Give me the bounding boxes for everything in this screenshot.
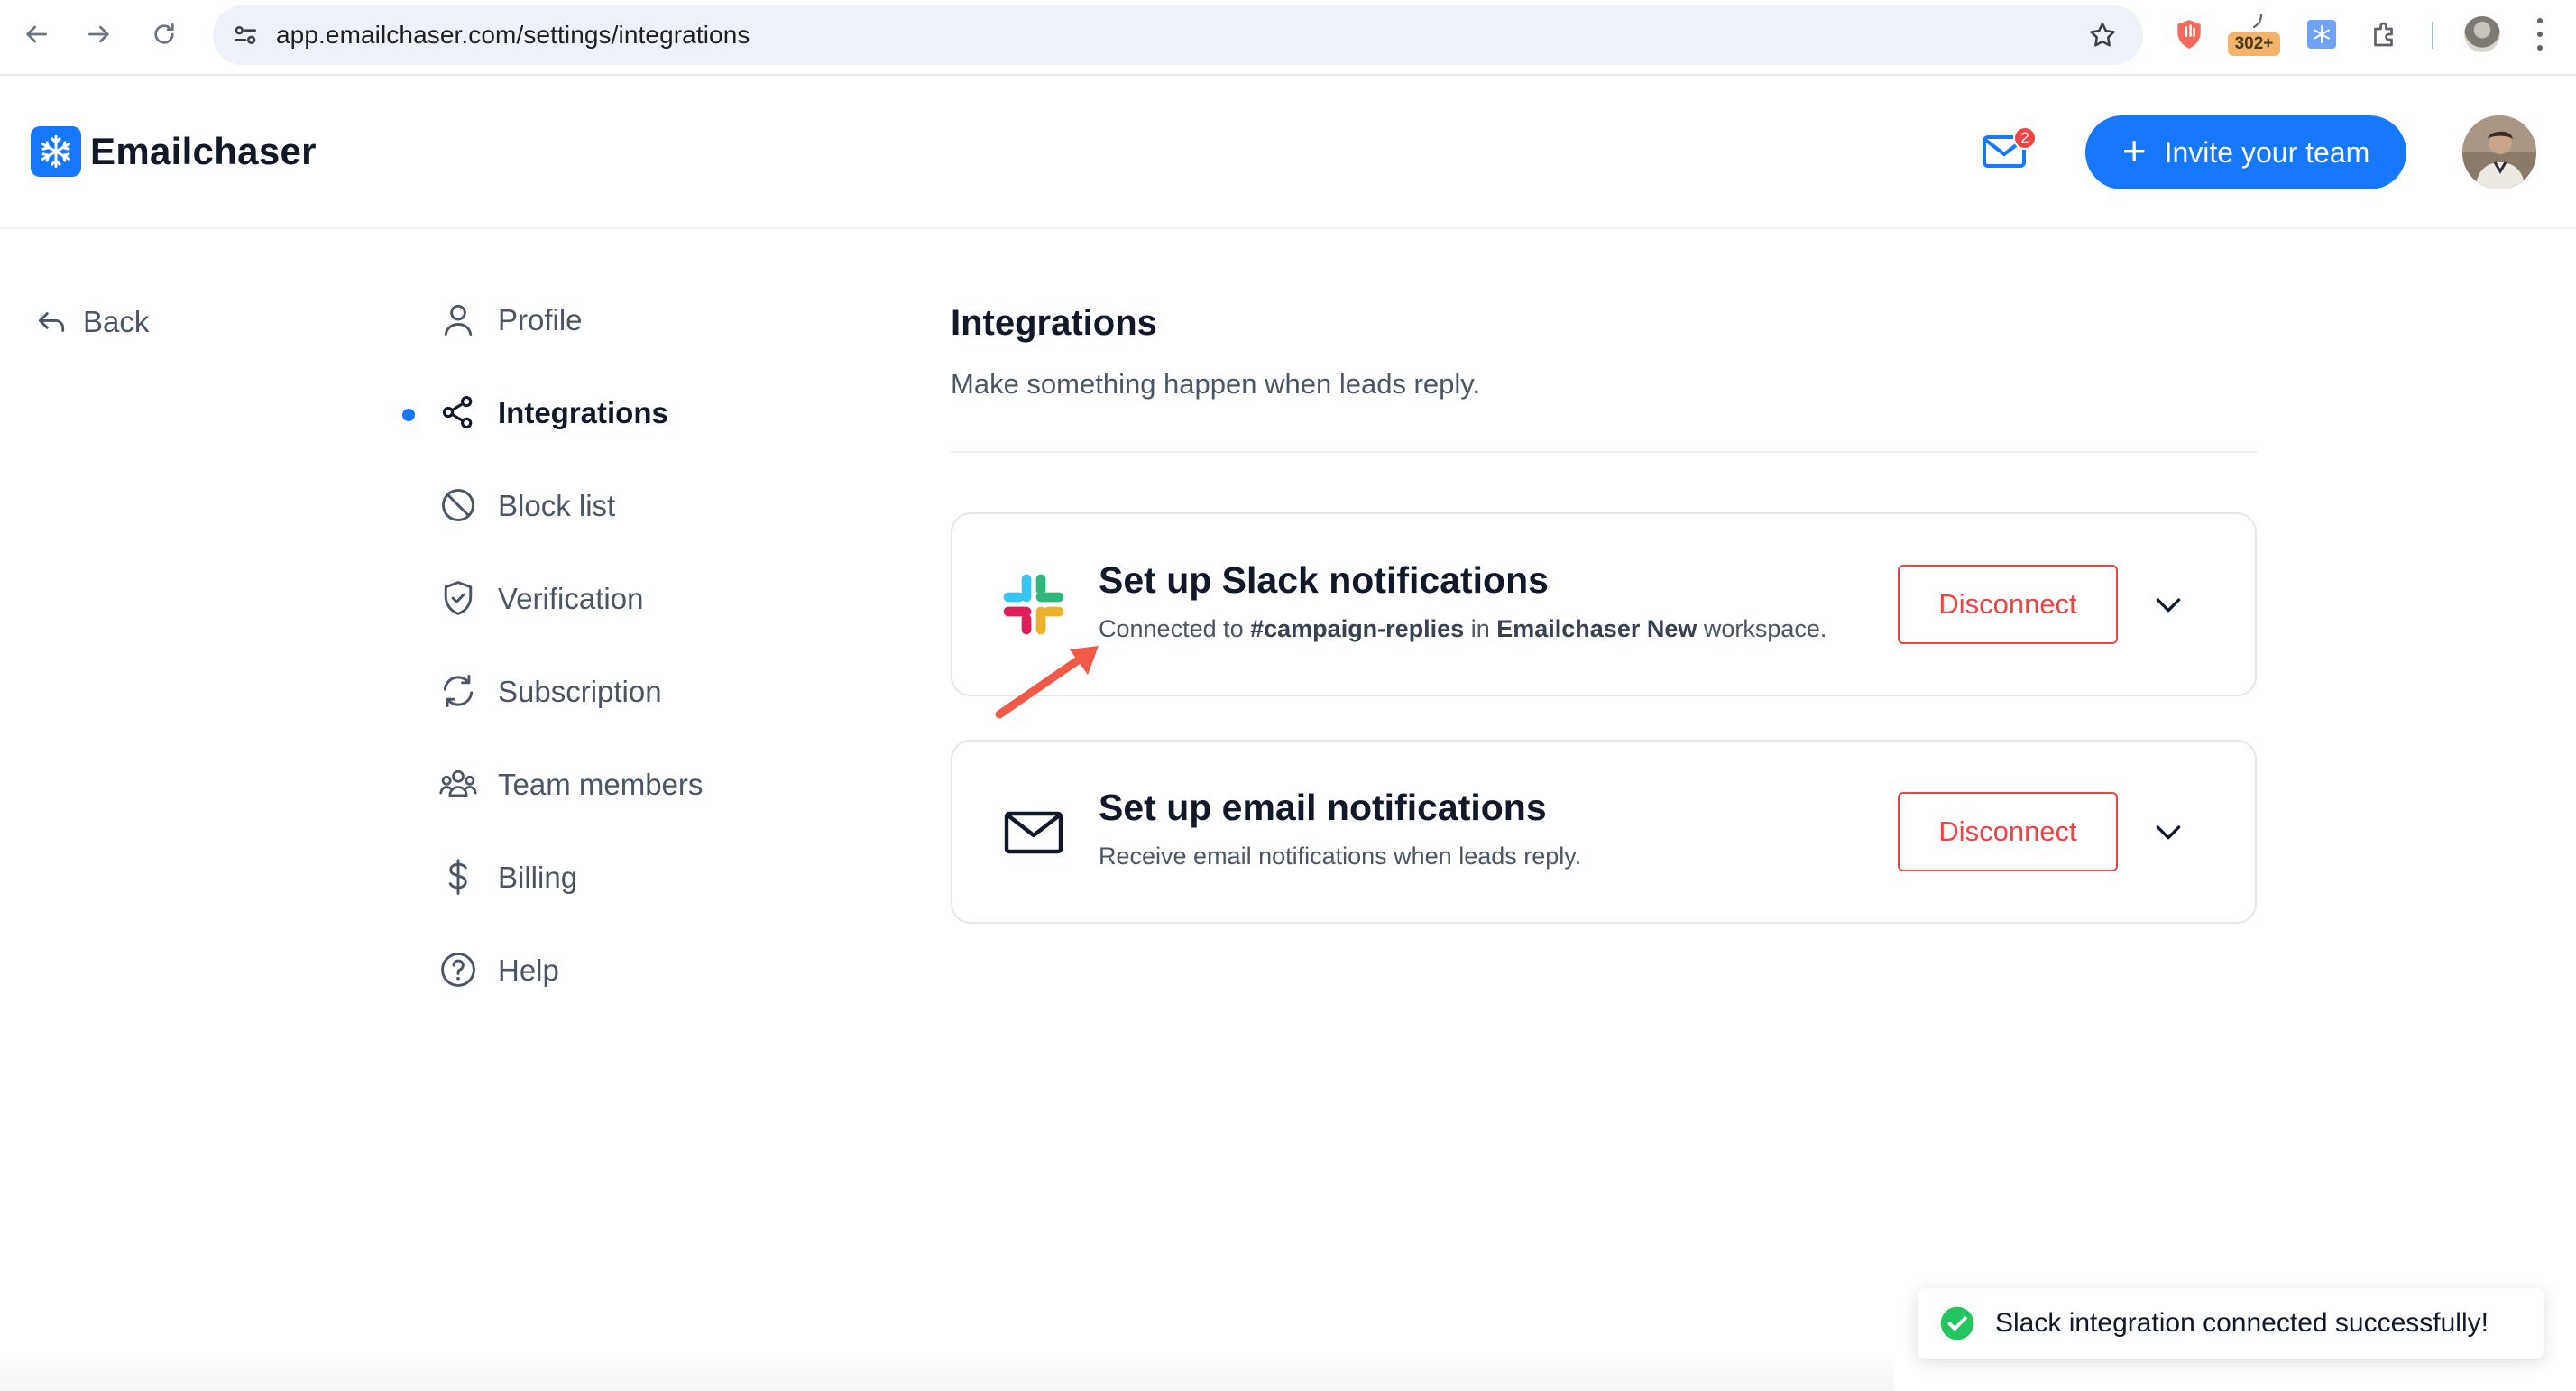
nav-item-verification[interactable]: Verification: [397, 576, 776, 669]
arrow-right-icon: [88, 25, 109, 43]
section-divider: [951, 451, 2257, 453]
invite-team-label: Invite your team: [2164, 135, 2370, 169]
bottom-shadow: [0, 1353, 1894, 1391]
page-subtitle: Make something happen when leads reply.: [951, 368, 1481, 400]
envelope-icon: [1004, 811, 1063, 854]
back-label: Back: [83, 305, 150, 338]
nav-label-help: Help: [498, 953, 559, 987]
email-disconnect-button[interactable]: Disconnect: [1898, 792, 2118, 871]
slack-disconnect-button[interactable]: Disconnect: [1898, 565, 2118, 644]
team-icon: [439, 769, 477, 797]
shield-check-icon: [444, 581, 473, 615]
invite-team-button[interactable]: + Invite your team: [2085, 115, 2406, 189]
nav-label-integrations: Integrations: [498, 396, 668, 429]
arrow-left-icon: [26, 25, 47, 43]
nav-label-team-members: Team members: [498, 768, 704, 801]
slack-integration-card: Set up Slack notifications Connected to …: [951, 512, 2257, 696]
email-integration-card: Set up email notifications Receive email…: [951, 740, 2257, 924]
annotation-arrow-icon: [995, 646, 1099, 719]
nav-item-integrations[interactable]: Integrations: [397, 391, 776, 484]
notification-badge: 2: [2013, 126, 2037, 150]
extension-hook-icon: [2252, 13, 2263, 29]
check-circle-icon: [1940, 1306, 1974, 1340]
logo-icon[interactable]: [31, 126, 81, 177]
slack-card-description: Connected to #campaign-replies in Emailc…: [1099, 615, 1827, 642]
email-card-description: Receive email notifications when leads r…: [1099, 843, 1582, 870]
user-icon: [444, 304, 473, 336]
extension-count-badge[interactable]: 302+: [2228, 32, 2280, 56]
chevron-down-icon[interactable]: [2150, 586, 2186, 622]
nav-item-billing[interactable]: Billing: [397, 855, 776, 948]
refresh-icon: [443, 675, 474, 707]
app-header: Emailchaser 2 + Invite your team: [0, 78, 2576, 229]
email-card-title: Set up email notifications: [1099, 787, 1547, 828]
snowflake-icon: [41, 134, 70, 169]
nav-item-block-list[interactable]: Block list: [397, 484, 776, 576]
back-arrow-icon: [38, 312, 65, 332]
dollar-icon: [448, 859, 467, 895]
block-icon: [442, 489, 474, 521]
bookmark-star-icon[interactable]: [2087, 20, 2118, 51]
plus-icon: +: [2121, 127, 2147, 174]
browser-toolbar: app.emailchaser.com/settings/integration…: [0, 0, 2576, 76]
brand-name[interactable]: Emailchaser: [90, 130, 317, 173]
slack-workspace-name: Emailchaser New: [1496, 615, 1697, 642]
nav-label-billing: Billing: [498, 861, 578, 894]
extensions-puzzle-icon[interactable]: [2369, 18, 2401, 51]
active-indicator: [402, 409, 415, 421]
site-settings-icon[interactable]: [231, 21, 260, 50]
success-toast: Slack integration connected successfully…: [1918, 1288, 2544, 1359]
reload-icon: [154, 23, 174, 44]
nav-label-profile: Profile: [498, 303, 583, 336]
chevron-down-icon[interactable]: [2150, 814, 2186, 850]
snowflake-icon: [2314, 25, 2330, 43]
address-bar[interactable]: app.emailchaser.com/settings/integration…: [213, 5, 2143, 65]
nav-item-help[interactable]: Help: [397, 948, 776, 1041]
user-photo: [2462, 115, 2536, 189]
browser-menu-icon[interactable]: [2535, 18, 2545, 51]
nav-item-subscription[interactable]: Subscription: [397, 669, 776, 762]
user-avatar[interactable]: [2462, 115, 2536, 189]
back-link[interactable]: Back: [34, 305, 149, 339]
nav-item-team-members[interactable]: Team members: [397, 762, 776, 855]
url-text[interactable]: app.emailchaser.com/settings/integration…: [276, 21, 750, 50]
extension-emailchaser-icon[interactable]: [2307, 20, 2336, 49]
browser-profile-avatar[interactable]: [2464, 16, 2500, 52]
nav-label-subscription: Subscription: [498, 675, 662, 708]
nav-item-profile[interactable]: Profile: [397, 298, 776, 391]
slack-channel-name: #campaign-replies: [1250, 615, 1465, 642]
toast-message: Slack integration connected successfully…: [1995, 1308, 2489, 1338]
toolbar-separator: [2432, 22, 2433, 49]
slack-card-title: Set up Slack notifications: [1099, 559, 1549, 601]
share-icon: [442, 395, 473, 429]
nav-label-block-list: Block list: [498, 489, 616, 522]
slack-icon: [1003, 574, 1064, 635]
nav-label-verification: Verification: [498, 582, 644, 615]
extension-shield-icon[interactable]: [2172, 16, 2206, 52]
settings-nav: Profile Integrations Block list Verifica…: [397, 298, 776, 1041]
browser-forward-button[interactable]: [81, 16, 117, 52]
help-icon: [441, 953, 475, 987]
browser-reload-button[interactable]: [146, 16, 182, 52]
browser-back-button[interactable]: [18, 16, 54, 52]
page-title: Integrations: [951, 303, 1157, 343]
